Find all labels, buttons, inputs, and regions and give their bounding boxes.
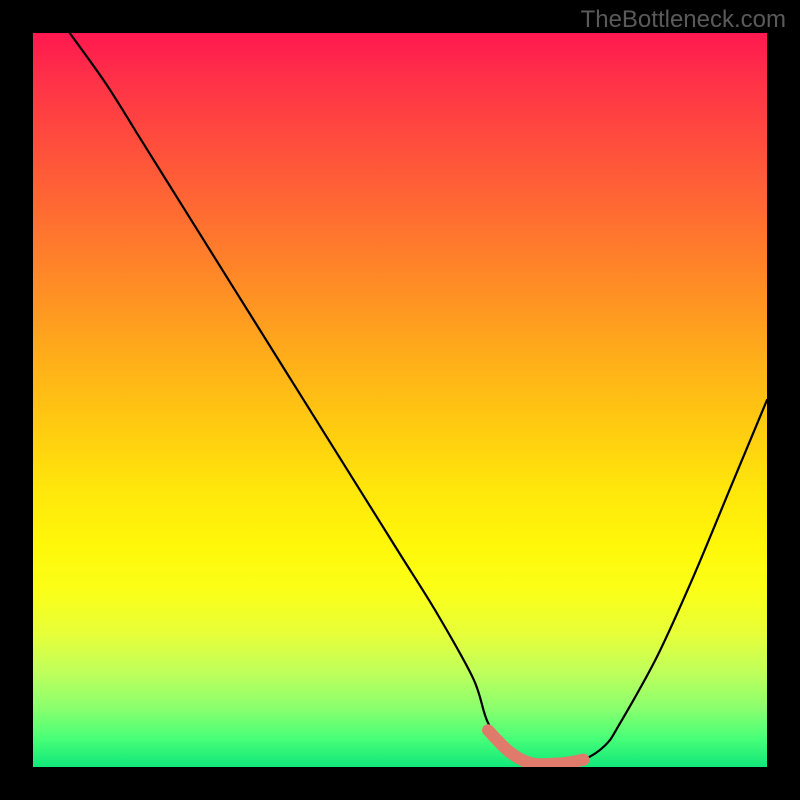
chart-curve-main [70,33,767,764]
watermark-label: TheBottleneck.com [581,6,786,34]
chart-svg [33,33,767,767]
chart-plot-area [33,33,767,767]
chart-curve-highlight [488,730,583,764]
